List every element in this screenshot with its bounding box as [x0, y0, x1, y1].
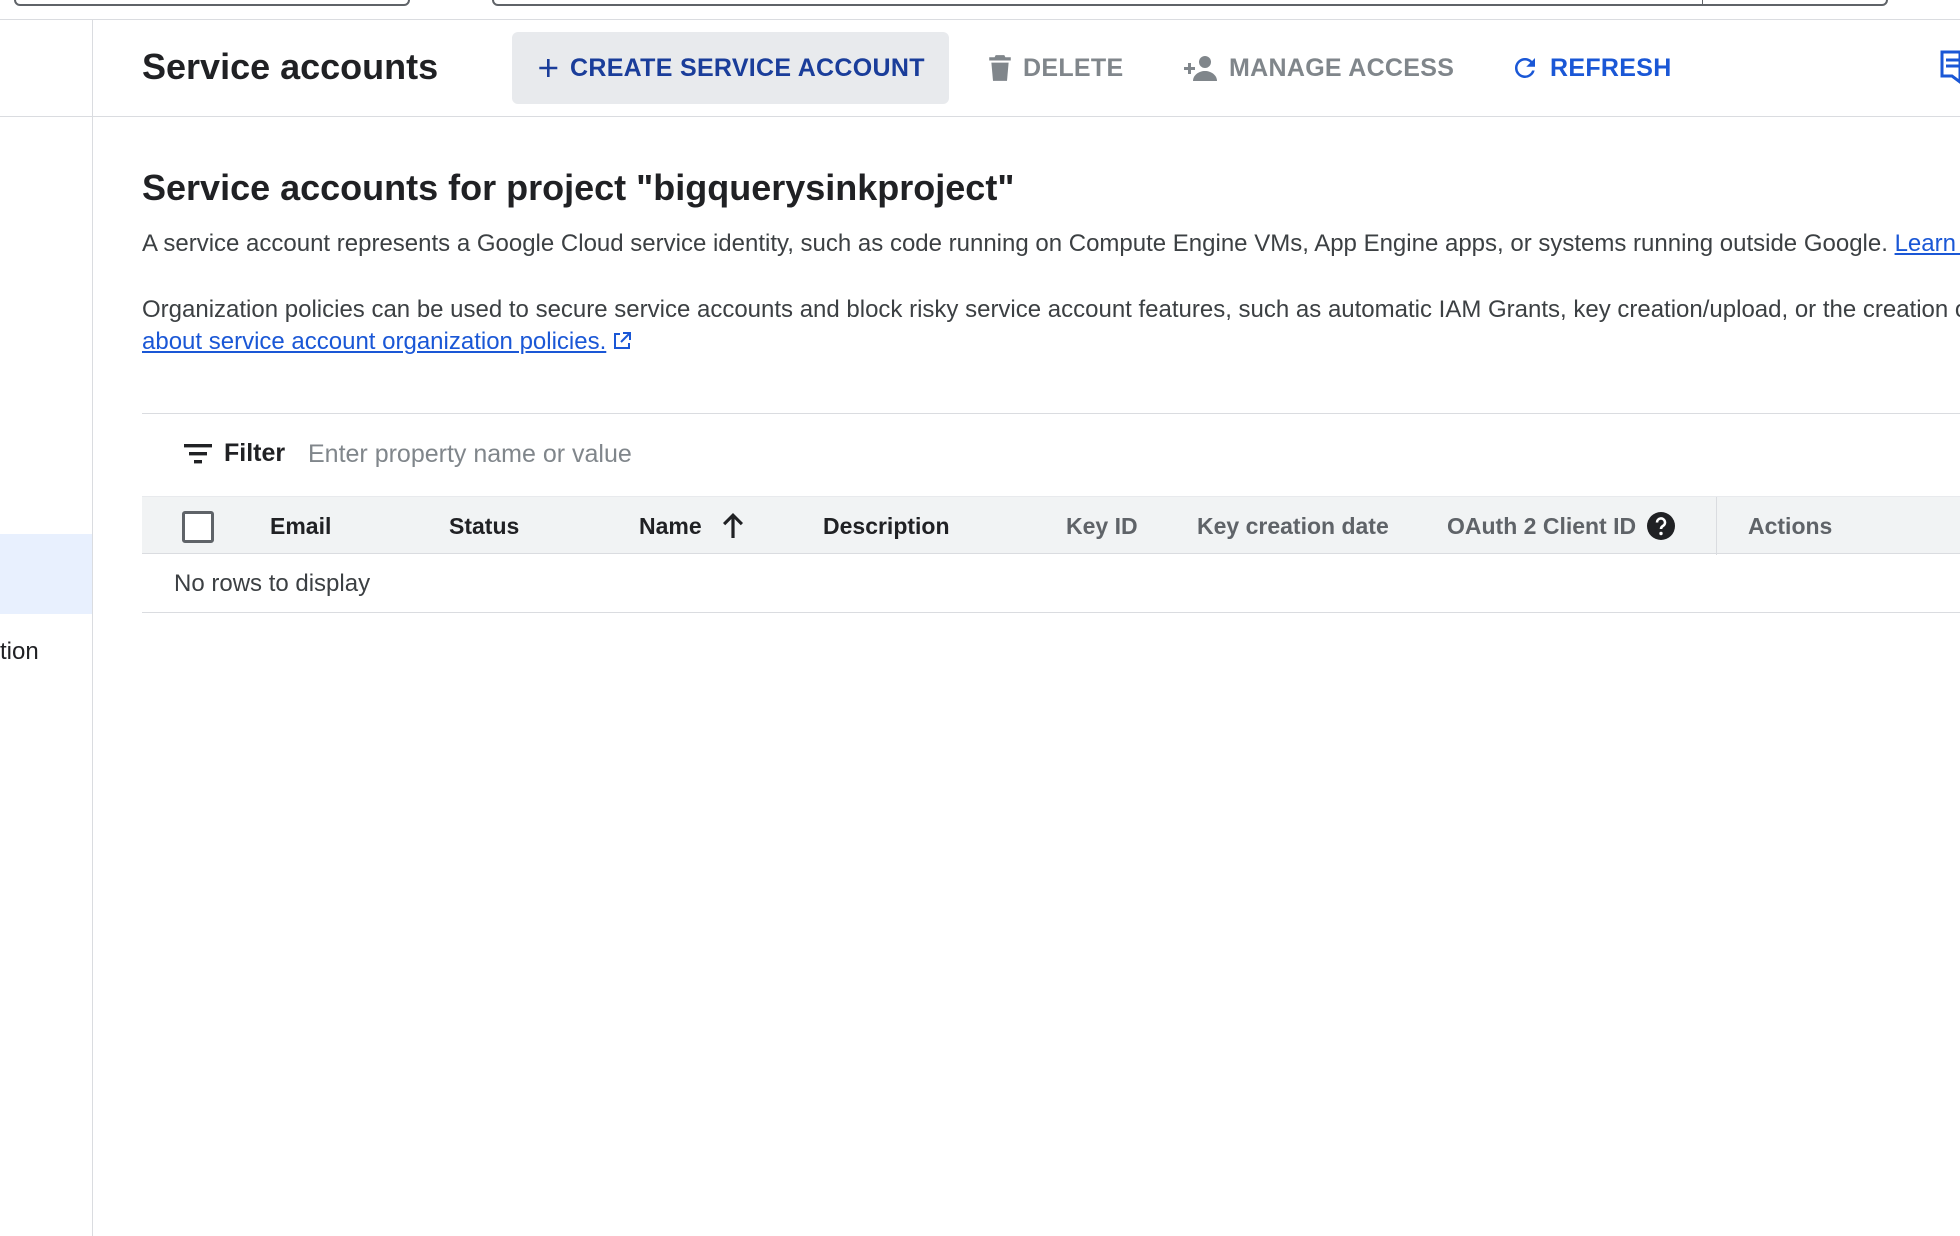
- column-header-key-creation-date: Key creation date: [1197, 513, 1389, 539]
- page-title: Service accounts: [142, 46, 439, 87]
- project-picker[interactable]: [14, 0, 410, 6]
- filter-label: Filter: [224, 439, 286, 467]
- column-header-oauth-client-id: OAuth 2 Client ID: [1447, 513, 1637, 539]
- external-link-icon: [614, 332, 632, 349]
- filter-icon: [184, 444, 212, 464]
- column-header-key-id: Key ID: [1066, 513, 1138, 539]
- trash-icon: [989, 55, 1011, 81]
- arrow-up-icon[interactable]: [720, 511, 746, 539]
- create-button-label: CREATE SERVICE ACCOUNT: [570, 53, 925, 82]
- left-nav: tion: [0, 20, 93, 1236]
- org-policy-text: Organization policies can be used to sec…: [142, 296, 1960, 323]
- service-account-description: A service account represents a Google Cl…: [142, 230, 1960, 258]
- left-nav-divider: [0, 116, 93, 117]
- filter-bar: Filter: [142, 413, 1960, 495]
- section-title: Service accounts for project "bigquerysi…: [142, 167, 1015, 208]
- filter-input[interactable]: [308, 436, 1708, 472]
- manage-access-button[interactable]: MANAGE ACCESS: [1159, 32, 1478, 104]
- delete-button[interactable]: DELETE: [963, 32, 1147, 104]
- refresh-button[interactable]: REFRESH: [1486, 32, 1696, 104]
- org-policy-link[interactable]: about service account organization polic…: [142, 328, 606, 355]
- feedback-icon[interactable]: [1938, 50, 1960, 86]
- description-text: A service account represents a Google Cl…: [142, 230, 1888, 257]
- help-icon[interactable]: [1646, 511, 1676, 541]
- top-bar: [0, 0, 1960, 20]
- plus-icon: [539, 59, 558, 77]
- create-service-account-button[interactable]: CREATE SERVICE ACCOUNT: [512, 32, 949, 104]
- org-policy-description: Organization policies can be used to sec…: [142, 294, 1960, 358]
- column-header-actions: Actions: [1748, 513, 1833, 539]
- table-header: Email Status Name Description Key ID Key…: [142, 496, 1960, 555]
- learn-more-link[interactable]: Learn m: [1895, 230, 1960, 257]
- refresh-icon: [1514, 57, 1535, 78]
- column-separator: [1716, 497, 1717, 555]
- search-divider: [1702, 0, 1703, 6]
- table-empty-row: No rows to display: [142, 554, 1960, 613]
- column-header-status[interactable]: Status: [449, 513, 519, 540]
- person-add-icon: [1184, 56, 1217, 81]
- empty-message: No rows to display: [174, 570, 371, 597]
- select-all-checkbox[interactable]: [182, 511, 214, 543]
- delete-button-label: DELETE: [1023, 53, 1124, 82]
- column-header-name[interactable]: Name: [639, 513, 702, 540]
- left-nav-active-item[interactable]: [0, 534, 92, 614]
- refresh-button-label: REFRESH: [1550, 53, 1672, 82]
- manage-access-button-label: MANAGE ACCESS: [1229, 53, 1455, 82]
- page-header: Service accounts CREATE SERVICE ACCOUNT …: [93, 20, 1960, 117]
- left-nav-item-label[interactable]: tion: [0, 638, 39, 666]
- column-header-email[interactable]: Email: [270, 513, 331, 540]
- column-header-description[interactable]: Description: [823, 513, 950, 540]
- search-bar[interactable]: [492, 0, 1888, 6]
